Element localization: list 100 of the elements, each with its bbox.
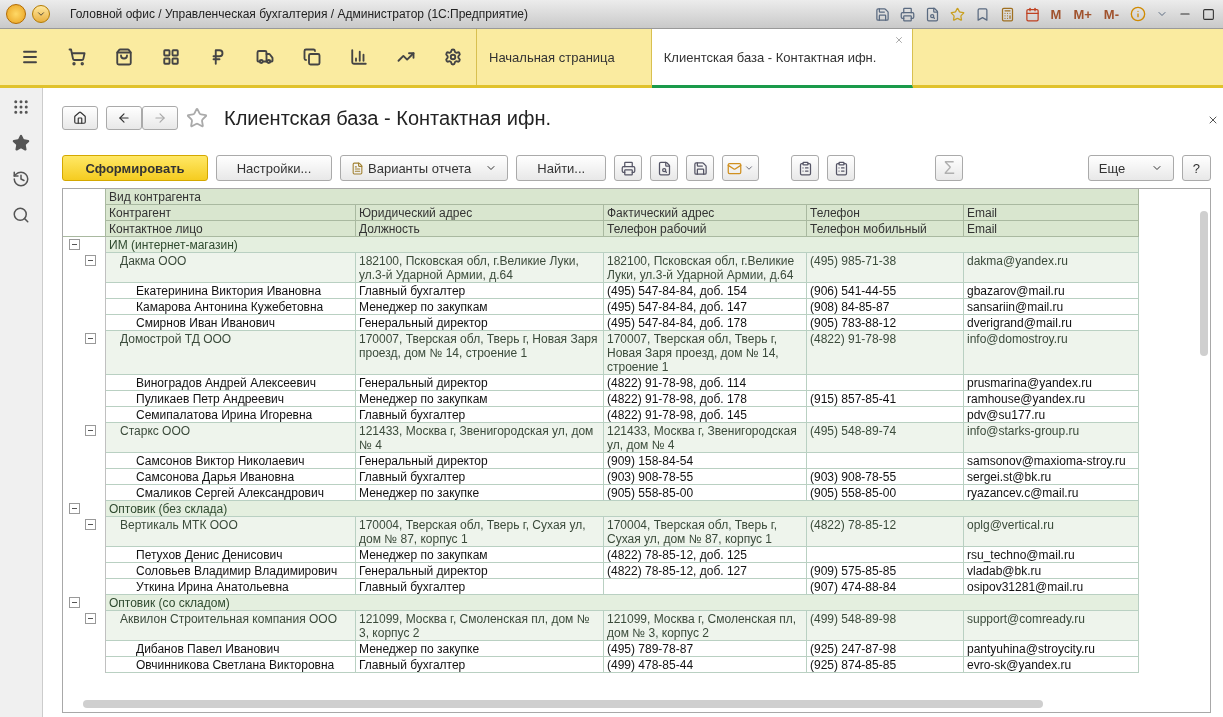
table-cell: Дибанов Павел Иванович — [106, 641, 356, 657]
arrow-right-icon — [153, 111, 167, 125]
table-cell: 182100, Псковская обл, г.Великие Луки, ул.3-й Ударной Армии, д.64 — [604, 253, 807, 283]
table-cell: 121433, Москва г, Звенигородская ул, дом № 4 — [604, 423, 807, 453]
collapse-toggle[interactable] — [85, 519, 96, 530]
app-logo-icon — [6, 4, 26, 24]
table-cell: Соловьев Владимир Владимирович — [106, 563, 356, 579]
arrow-left-icon — [117, 111, 131, 125]
table-cell: Семипалатова Ирина Игоревна — [106, 407, 356, 423]
collapse-toggle[interactable] — [85, 255, 96, 266]
table-cell: 170004, Тверская обл, Тверь г, Сухая ул, дом № 87, корпус 1 — [604, 517, 807, 547]
table-cell: (909) 158-84-54 — [604, 453, 807, 469]
more-button[interactable]: Еще — [1087, 155, 1174, 181]
table-cell: (4822) 78-85-12, доб. 125 — [604, 547, 807, 563]
variants-button[interactable]: Варианты отчета — [340, 155, 509, 181]
table-cell: pantyuhina@stroycity.ru — [964, 641, 1139, 657]
mail-button[interactable] — [722, 155, 760, 181]
table-cell: (499) 478-85-44 — [604, 657, 807, 673]
find-button[interactable]: Найти... — [516, 155, 607, 181]
table-cell: (925) 247-87-98 — [807, 641, 964, 657]
table-cell: (905) 558-85-00 — [807, 485, 964, 501]
group-cell: Оптовик (без склада) — [106, 501, 1139, 517]
table-cell: (925) 874-85-85 — [807, 657, 964, 673]
collapse-toggle[interactable] — [69, 239, 80, 250]
table-cell: Камарова Антонина Кужебетовна — [106, 299, 356, 315]
star-icon[interactable] — [12, 134, 30, 152]
table-cell: dakma@yandex.ru — [964, 253, 1139, 283]
table-cell: support@comready.ru — [964, 611, 1139, 641]
table-cell: 121433, Москва г, Звенигородская ул, дом № 4 — [356, 423, 604, 453]
table-cell: Менеджер по закупке — [356, 485, 604, 501]
memory-button[interactable]: M+ — [1070, 6, 1095, 22]
caret-icon — [36, 9, 46, 19]
tab[interactable]: Начальная страница — [477, 29, 652, 88]
document-icon — [351, 161, 364, 175]
horizontal-scrollbar[interactable] — [83, 700, 1043, 708]
help-button[interactable]: ? — [1181, 155, 1211, 181]
home-button[interactable] — [62, 106, 98, 130]
group-cell: Оптовик (со складом) — [106, 595, 1139, 611]
table-cell: ryazancev.c@mail.ru — [964, 485, 1139, 501]
print-button[interactable] — [614, 155, 643, 181]
table-cell: osipov31281@mail.ru — [964, 579, 1139, 595]
column-header: Телефон мобильный — [807, 221, 964, 237]
paste-button[interactable] — [827, 155, 856, 181]
table-cell: Вертикаль МТК ООО — [106, 517, 356, 547]
table-cell: Уткина Ирина Анатольевна — [106, 579, 356, 595]
table-cell: Генеральный директор — [356, 315, 604, 331]
search-icon[interactable] — [12, 206, 30, 224]
close-icon[interactable] — [1207, 114, 1219, 126]
generate-button[interactable]: Сформировать — [62, 155, 208, 181]
column-header: Контрагент — [106, 205, 356, 221]
copy-button[interactable] — [791, 155, 820, 181]
table-cell: (4822) 91-78-98 — [807, 331, 964, 375]
table-cell: gbazarov@mail.ru — [964, 283, 1139, 299]
table-cell: info@starks-group.ru — [964, 423, 1139, 453]
apps-icon[interactable] — [12, 98, 30, 116]
collapse-toggle[interactable] — [85, 613, 96, 624]
table-cell: 182100, Псковская обл, г.Великие Луки, ул.3-й Ударной Армии, д.64 — [356, 253, 604, 283]
table-cell: Менеджер по закупке — [356, 641, 604, 657]
tab[interactable]: Клиентская база - Контактная ифн. — [651, 29, 914, 88]
back-button[interactable] — [106, 106, 142, 130]
memory-button[interactable]: M- — [1100, 6, 1122, 22]
table-cell: Смирнов Иван Иванович — [106, 315, 356, 331]
table-cell: (495) 985-71-38 — [807, 253, 964, 283]
preview-button[interactable] — [650, 155, 679, 181]
table-cell: Главный бухгалтер — [356, 407, 604, 423]
table-cell: sansariin@mail.ru — [964, 299, 1139, 315]
save-button[interactable] — [686, 155, 715, 181]
table-cell: (903) 908-78-55 — [807, 469, 964, 485]
vertical-scrollbar[interactable] — [1200, 211, 1208, 356]
table-cell: Самсонова Дарья Ивановна — [106, 469, 356, 485]
table-cell: dverigrand@mail.ru — [964, 315, 1139, 331]
table-cell: Домострой ТД ООО — [106, 331, 356, 375]
table-cell: Дакма ООО — [106, 253, 356, 283]
table-cell: oplg@vertical.ru — [964, 517, 1139, 547]
table-cell: Менеджер по закупкам — [356, 547, 604, 563]
collapse-toggle[interactable] — [69, 503, 80, 514]
collapse-toggle[interactable] — [69, 597, 80, 608]
table-cell: 121099, Москва г, Смоленская пл, дом № 3, корпус 2 — [356, 611, 604, 641]
table-cell: Главный бухгалтер — [356, 469, 604, 485]
table-cell: (909) 575-85-85 — [807, 563, 964, 579]
collapse-toggle[interactable] — [85, 425, 96, 436]
table-cell: Овчинникова Светлана Викторовна — [106, 657, 356, 673]
table-cell: rsu_techno@mail.ru — [964, 547, 1139, 563]
history-icon[interactable] — [12, 170, 30, 188]
table-cell: info@domostroy.ru — [964, 331, 1139, 375]
form-title: Клиентская база - Контактная ифн. — [224, 106, 552, 130]
maximize-icon[interactable] — [1200, 7, 1217, 21]
table-cell: (908) 84-85-87 — [807, 299, 964, 315]
main-menu-button[interactable] — [32, 5, 50, 23]
table-cell: Самсонов Виктор Николаевич — [106, 453, 356, 469]
collapse-toggle[interactable] — [85, 333, 96, 344]
save-icon — [692, 160, 708, 176]
table-cell: 170004, Тверская обл, Тверь г, Сухая ул, дом № 87, корпус 1 — [356, 517, 604, 547]
table-cell: 170007, Тверская обл, Тверь г, Новая Заря проезд, дом № 14, строение 1 — [604, 331, 807, 375]
column-header: Контактное лицо — [106, 221, 356, 237]
table-cell: (495) 789-78-87 — [604, 641, 807, 657]
column-header: Фактический адрес — [604, 205, 807, 221]
settings-button[interactable]: Настройки... — [216, 155, 332, 181]
mail-icon — [727, 160, 743, 176]
memory-button[interactable]: M — [1047, 6, 1065, 22]
